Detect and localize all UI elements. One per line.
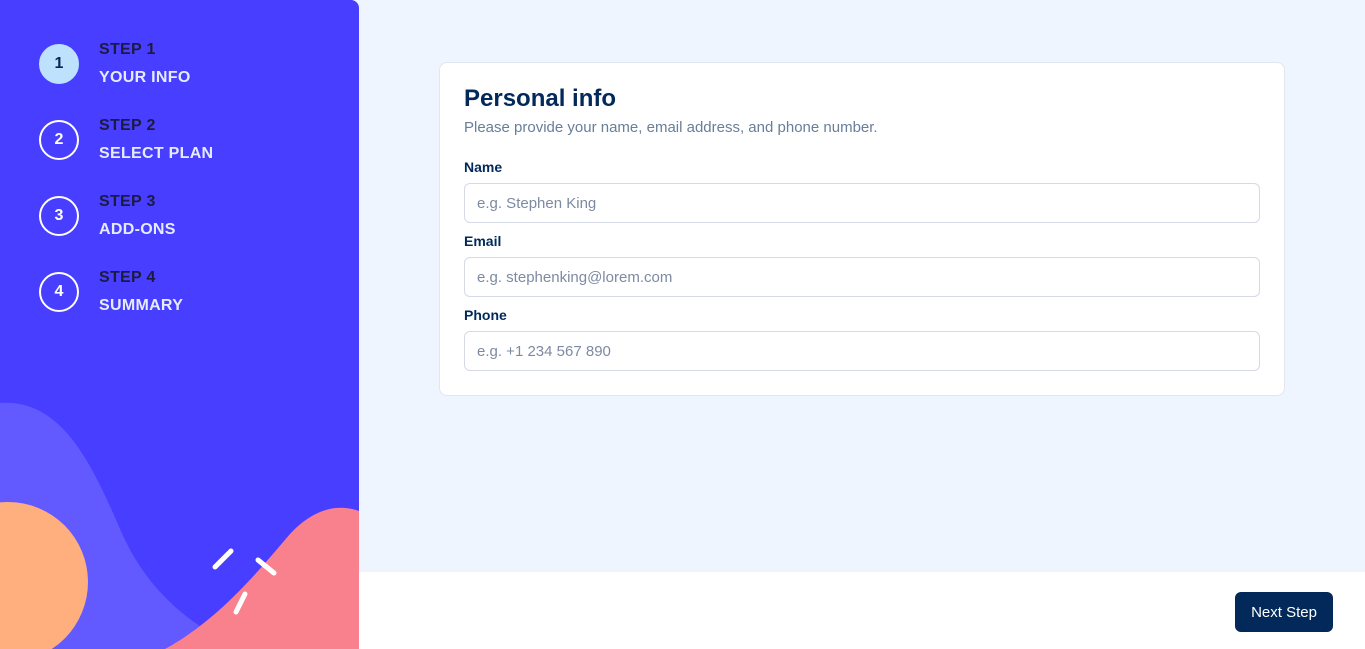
sidebar-decoration (0, 402, 359, 649)
name-label: Name (464, 159, 503, 175)
step-label-4: STEP 4 (99, 269, 156, 286)
phone-input[interactable] (464, 331, 1260, 371)
step-label-3: STEP 3 (99, 193, 156, 210)
steps-list: 1 STEP 1 YOUR INFO 2 STEP 2 SELECT PLAN … (39, 40, 213, 344)
email-input[interactable] (464, 257, 1260, 297)
step-2[interactable]: 2 STEP 2 SELECT PLAN (39, 116, 213, 192)
step-4[interactable]: 4 STEP 4 SUMMARY (39, 268, 213, 344)
footer-bar: Next Step (359, 572, 1365, 649)
step-label-1: STEP 1 (99, 41, 156, 58)
step-1[interactable]: 1 STEP 1 YOUR INFO (39, 40, 213, 116)
step-number-3: 3 (39, 196, 79, 236)
step-number-1: 1 (39, 44, 79, 84)
step-title-2: SELECT PLAN (99, 145, 214, 162)
step-title-3: ADD-ONS (99, 221, 176, 238)
form-subtitle: Please provide your name, email address,… (464, 119, 878, 136)
sidebar: 1 STEP 1 YOUR INFO 2 STEP 2 SELECT PLAN … (0, 0, 359, 649)
step-label-2: STEP 2 (99, 117, 156, 134)
next-step-button[interactable]: Next Step (1235, 592, 1333, 632)
step-title-1: YOUR INFO (99, 69, 191, 86)
phone-label: Phone (464, 307, 507, 323)
step-title-4: SUMMARY (99, 297, 184, 314)
step-number-2: 2 (39, 120, 79, 160)
email-label: Email (464, 233, 502, 249)
step-3[interactable]: 3 STEP 3 ADD-ONS (39, 192, 213, 268)
name-input[interactable] (464, 183, 1260, 223)
step-number-4: 4 (39, 272, 79, 312)
form-title: Personal info (464, 85, 617, 112)
personal-info-card: Personal info Please provide your name, … (439, 62, 1285, 396)
